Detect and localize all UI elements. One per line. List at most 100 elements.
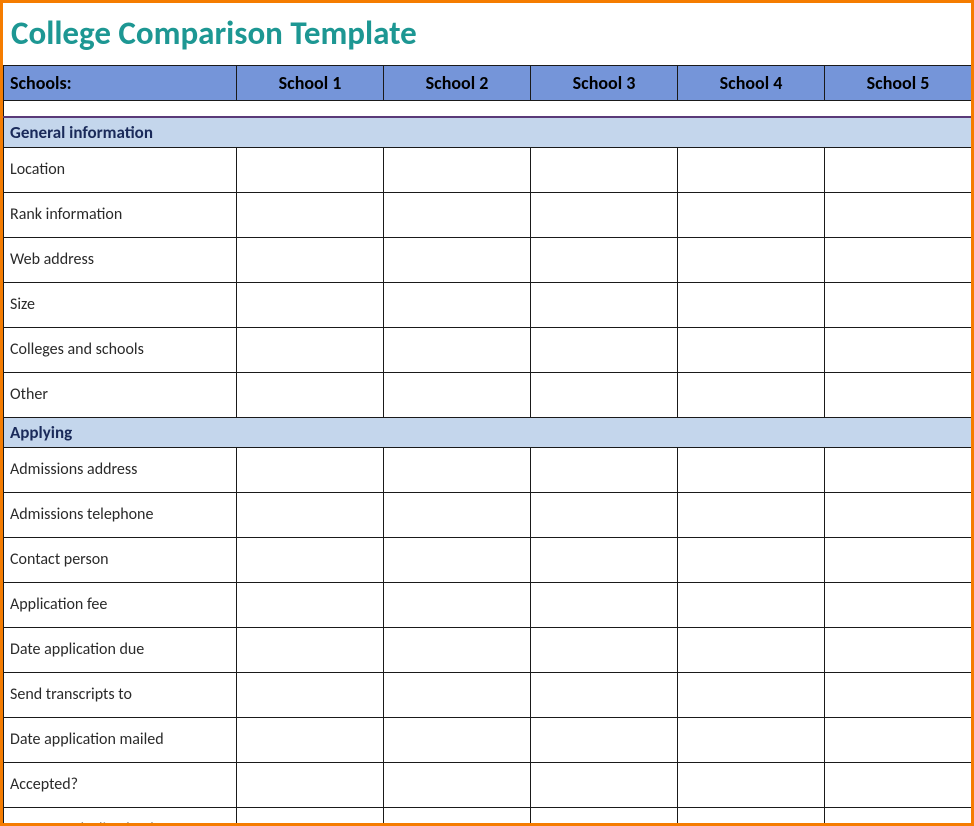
header-col-2: School 2: [384, 66, 531, 101]
cell[interactable]: [237, 372, 384, 417]
cell[interactable]: [384, 582, 531, 627]
cell[interactable]: [678, 327, 825, 372]
table-row: Other: [4, 372, 972, 417]
cell[interactable]: [678, 147, 825, 192]
cell[interactable]: [678, 807, 825, 826]
cell[interactable]: [237, 147, 384, 192]
cell[interactable]: [825, 192, 972, 237]
cell[interactable]: [384, 192, 531, 237]
table-row: Application fee: [4, 582, 972, 627]
cell[interactable]: [825, 237, 972, 282]
cell[interactable]: [237, 447, 384, 492]
cell[interactable]: [531, 147, 678, 192]
cell[interactable]: [531, 627, 678, 672]
cell[interactable]: [678, 447, 825, 492]
cell[interactable]: [825, 537, 972, 582]
row-label: Date application mailed: [4, 717, 237, 762]
cell[interactable]: [825, 762, 972, 807]
cell[interactable]: [825, 627, 972, 672]
cell[interactable]: [384, 807, 531, 826]
cell[interactable]: [384, 147, 531, 192]
cell[interactable]: [531, 282, 678, 327]
cell[interactable]: [825, 147, 972, 192]
cell[interactable]: [825, 672, 972, 717]
cell[interactable]: [531, 672, 678, 717]
cell[interactable]: [825, 807, 972, 826]
cell[interactable]: [237, 762, 384, 807]
cell[interactable]: [237, 192, 384, 237]
section-header-applying: Applying: [4, 417, 972, 447]
cell[interactable]: [531, 537, 678, 582]
cell[interactable]: [678, 192, 825, 237]
table-row: Accept or decline by date: [4, 807, 972, 826]
cell[interactable]: [237, 582, 384, 627]
cell[interactable]: [384, 372, 531, 417]
cell[interactable]: [237, 537, 384, 582]
row-label: Send transcripts to: [4, 672, 237, 717]
table-row: Size: [4, 282, 972, 327]
page-title: College Comparison Template: [11, 13, 971, 53]
cell[interactable]: [825, 372, 972, 417]
cell[interactable]: [384, 762, 531, 807]
cell[interactable]: [825, 717, 972, 762]
cell[interactable]: [384, 282, 531, 327]
section-header-general: General information: [4, 117, 972, 148]
cell[interactable]: [678, 762, 825, 807]
cell[interactable]: [237, 282, 384, 327]
cell[interactable]: [531, 192, 678, 237]
cell[interactable]: [825, 582, 972, 627]
cell[interactable]: [678, 717, 825, 762]
row-label: Accept or decline by date: [4, 807, 237, 826]
cell[interactable]: [678, 582, 825, 627]
row-label: Location: [4, 147, 237, 192]
cell[interactable]: [531, 492, 678, 537]
table-row: Admissions telephone: [4, 492, 972, 537]
cell[interactable]: [237, 627, 384, 672]
cell[interactable]: [384, 237, 531, 282]
cell[interactable]: [531, 582, 678, 627]
cell[interactable]: [384, 537, 531, 582]
row-label: Application fee: [4, 582, 237, 627]
cell[interactable]: [384, 492, 531, 537]
cell[interactable]: [531, 372, 678, 417]
cell[interactable]: [237, 237, 384, 282]
header-col-4: School 4: [678, 66, 825, 101]
cell[interactable]: [678, 282, 825, 327]
cell[interactable]: [237, 492, 384, 537]
table-row: Rank information: [4, 192, 972, 237]
cell[interactable]: [384, 327, 531, 372]
cell[interactable]: [531, 237, 678, 282]
row-label: Colleges and schools: [4, 327, 237, 372]
cell[interactable]: [531, 327, 678, 372]
cell[interactable]: [237, 672, 384, 717]
cell[interactable]: [531, 717, 678, 762]
cell[interactable]: [678, 627, 825, 672]
row-label: Admissions telephone: [4, 492, 237, 537]
cell[interactable]: [678, 537, 825, 582]
spacer-row: [4, 101, 972, 117]
cell[interactable]: [531, 447, 678, 492]
cell[interactable]: [237, 717, 384, 762]
cell[interactable]: [678, 672, 825, 717]
cell[interactable]: [678, 492, 825, 537]
cell[interactable]: [825, 447, 972, 492]
table-row: Accepted?: [4, 762, 972, 807]
cell[interactable]: [237, 807, 384, 826]
cell[interactable]: [531, 762, 678, 807]
row-label: Other: [4, 372, 237, 417]
table-row: Web address: [4, 237, 972, 282]
cell[interactable]: [825, 282, 972, 327]
cell[interactable]: [384, 717, 531, 762]
cell[interactable]: [678, 372, 825, 417]
cell[interactable]: [825, 492, 972, 537]
row-label: Admissions address: [4, 447, 237, 492]
cell[interactable]: [384, 627, 531, 672]
cell[interactable]: [384, 447, 531, 492]
cell[interactable]: [237, 327, 384, 372]
cell[interactable]: [678, 237, 825, 282]
cell[interactable]: [384, 672, 531, 717]
cell[interactable]: [825, 327, 972, 372]
row-label: Size: [4, 282, 237, 327]
header-row: Schools: School 1 School 2 School 3 Scho…: [4, 66, 972, 101]
cell[interactable]: [531, 807, 678, 826]
